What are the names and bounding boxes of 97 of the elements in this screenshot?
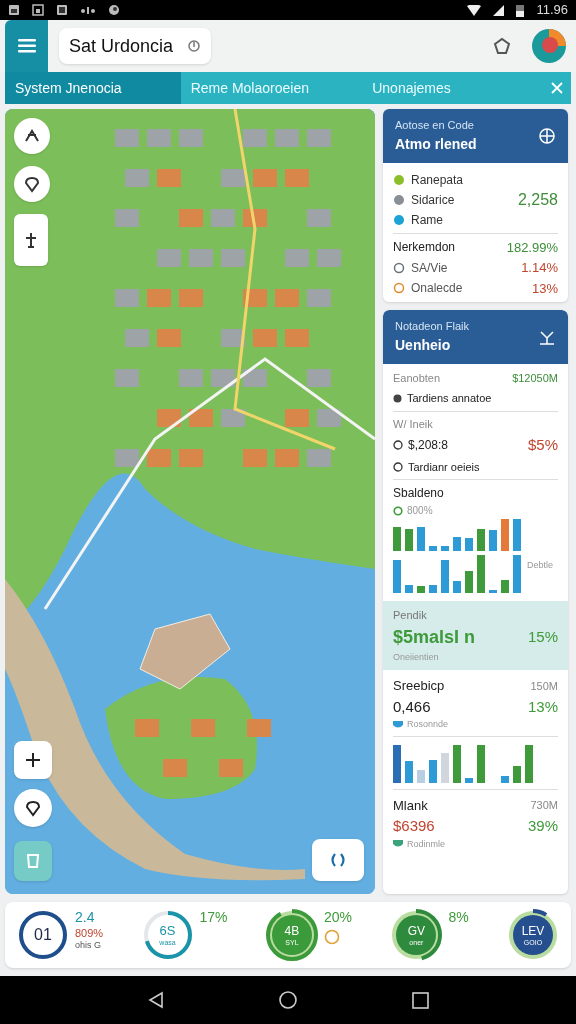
circle-icon	[393, 261, 405, 274]
chart-label: Debtle	[527, 559, 553, 572]
menu-icon	[17, 39, 36, 53]
map-tool-button[interactable]	[14, 214, 48, 266]
row-label: Ranepata	[411, 171, 465, 189]
progress-ring	[17, 909, 69, 961]
battery-icon	[516, 3, 525, 17]
dot-icon	[393, 393, 402, 403]
stat-label: Mlank	[393, 796, 428, 815]
plus-icon	[24, 751, 42, 769]
dot-icon	[393, 173, 405, 186]
row-label: Sidarice	[411, 191, 456, 209]
sync-icon	[329, 851, 347, 869]
circle-icon	[393, 461, 403, 472]
stat-change: 13%	[527, 696, 558, 717]
back-icon[interactable]	[146, 991, 165, 1009]
progress-disc	[265, 909, 318, 961]
signal-icon	[493, 4, 505, 16]
ring-value: 4B	[284, 924, 300, 937]
stat-label: Pendik	[393, 608, 428, 623]
progress-disc	[507, 909, 559, 961]
metric-value: 182.99%	[506, 238, 558, 257]
metric-value: 1.14%	[521, 259, 558, 277]
stat-note: Tardianr oeieis	[408, 459, 480, 475]
shield-icon	[393, 840, 403, 849]
recenter-button[interactable]	[312, 839, 364, 881]
stat-value: $,208:8	[408, 437, 450, 455]
stat-text: 809%	[75, 926, 104, 941]
chart-title: Sbaldeno	[393, 485, 445, 502]
avatar-icon[interactable]	[532, 29, 566, 63]
stat-text: 2.4	[75, 909, 96, 927]
menu-button[interactable]	[5, 20, 48, 72]
tab[interactable]: Unonajemes	[362, 72, 544, 104]
metric-label: SA/Vie	[411, 259, 449, 277]
progress-disc	[390, 909, 443, 961]
stat-text: 8%	[448, 909, 469, 927]
stat-change: 15%	[527, 626, 558, 647]
location-icon	[24, 799, 42, 817]
card-subtitle: Notadeon Flaik	[395, 319, 470, 334]
square-icon	[56, 4, 68, 16]
ring-value: 01	[34, 927, 52, 943]
metric-label: Nerkemdon	[393, 239, 457, 257]
card-title: Atmo rlened	[395, 134, 478, 154]
stat-change: 39%	[527, 816, 558, 836]
circle-icon	[393, 440, 403, 451]
chart-legend: 800%	[407, 503, 433, 518]
stat-note: Oneiientien	[393, 650, 440, 664]
stat-text: 17%	[199, 909, 228, 927]
gallery-icon	[32, 4, 44, 16]
progress-ring	[141, 909, 194, 961]
ring-value: LEV	[521, 924, 545, 937]
stat-value: 0,466	[393, 696, 431, 717]
ring-value: GV	[407, 924, 426, 937]
recents-icon[interactable]	[412, 991, 430, 1009]
dot-icon	[393, 193, 405, 206]
stat-label: Sreebicp	[393, 677, 445, 695]
stat-side: 150M	[530, 678, 558, 694]
stat-note: Rodinmle	[407, 837, 446, 851]
stat-text: 20%	[323, 909, 352, 927]
row-value: 2,258	[517, 189, 558, 210]
circle-icon	[393, 505, 403, 516]
ring-value: 6S	[159, 924, 176, 937]
stat-text: ohis G	[75, 940, 102, 952]
stat-value: $6396	[393, 816, 435, 836]
dots-icon	[80, 5, 96, 15]
stat-note: Tardiens annatoe	[407, 391, 492, 406]
search-field[interactable]: Sat Urdoncia	[59, 28, 211, 64]
clock: 11.96	[536, 1, 568, 20]
zoom-in-button[interactable]	[14, 741, 52, 779]
row-label: Rame	[411, 211, 444, 229]
stat-change: $5%	[527, 435, 558, 455]
tab[interactable]: System Jnenocia	[5, 72, 181, 104]
shield-icon	[393, 720, 403, 729]
stat-label: Eanobten	[393, 370, 441, 386]
tab[interactable]: Reme Molaoroeien	[180, 72, 363, 104]
circle-icon	[108, 4, 120, 16]
stat-value: $12050M	[512, 370, 558, 386]
image-icon	[8, 4, 20, 16]
circle-icon	[323, 928, 340, 945]
location-icon	[23, 175, 41, 193]
pentagon-icon[interactable]	[492, 36, 512, 56]
card-title: Uenheio	[395, 335, 452, 355]
cup-icon	[24, 852, 42, 870]
stat-label: W/ Ineik	[393, 416, 434, 432]
pin-icon	[187, 39, 201, 53]
wifi-icon	[467, 4, 482, 16]
metric-value: 13%	[531, 279, 558, 298]
close-icon	[551, 82, 564, 94]
globe-icon	[538, 126, 556, 145]
metric-label: Onalecde	[411, 280, 464, 298]
stat-note: Rosonnde	[407, 718, 449, 731]
card-subtitle: Aotose en Code	[395, 118, 475, 133]
stat-side: 730M	[530, 798, 558, 813]
stat-value: $5malsI n	[393, 625, 476, 649]
dot-icon	[393, 213, 405, 226]
home-icon[interactable]	[278, 990, 299, 1010]
circle-icon	[393, 282, 405, 295]
